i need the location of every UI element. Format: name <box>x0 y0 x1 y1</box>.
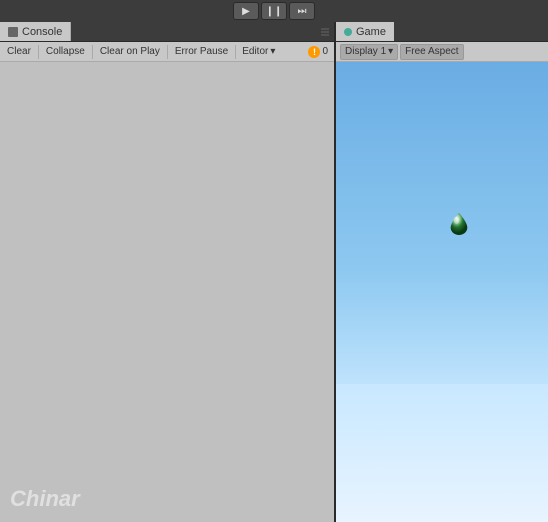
console-tab-icon <box>8 27 18 37</box>
editor-dropdown[interactable]: Editor ▾ <box>238 44 279 60</box>
play-button[interactable]: ▶ <box>233 2 259 20</box>
collapse-button[interactable]: Collapse <box>41 44 90 60</box>
console-panel: Console Clear Collapse Clear on Play Err… <box>0 22 336 522</box>
step-button[interactable]: ⏭ <box>289 2 315 20</box>
console-tab-label: Console <box>22 26 62 38</box>
editor-dropdown-arrow: ▾ <box>270 46 275 57</box>
error-pause-button[interactable]: Error Pause <box>170 44 233 60</box>
editor-dropdown-label: Editor <box>242 46 268 57</box>
gem-svg <box>449 211 469 235</box>
warning-icon: ! <box>308 46 320 58</box>
console-status: ! 0 <box>308 46 332 58</box>
divider-1 <box>38 45 39 59</box>
console-toolbar: Clear Collapse Clear on Play Error Pause… <box>0 42 334 62</box>
clear-on-play-button[interactable]: Clear on Play <box>95 44 165 60</box>
game-panel: Game Display 1 ▾ Free Aspect <box>336 22 548 522</box>
pause-button[interactable]: ❙❙ <box>261 2 287 20</box>
main-toolbar: ▶ ❙❙ ⏭ <box>0 0 548 22</box>
divider-2 <box>92 45 93 59</box>
divider-3 <box>167 45 168 59</box>
tab-menu-icon[interactable] <box>316 22 334 41</box>
sky-background <box>336 62 548 407</box>
display-label: Display 1 <box>345 46 386 57</box>
watermark-text: Chinar <box>10 486 80 512</box>
game-tab-bar: Game <box>336 22 548 42</box>
game-tab-label: Game <box>356 26 386 38</box>
aspect-label: Free Aspect <box>405 46 458 57</box>
display-dropdown[interactable]: Display 1 ▾ <box>340 44 398 60</box>
gem-object <box>449 211 469 235</box>
clear-button[interactable]: Clear <box>2 44 36 60</box>
display-dropdown-arrow: ▾ <box>388 46 393 57</box>
error-count: 0 <box>322 46 328 57</box>
console-tab-bar: Console <box>0 22 334 42</box>
divider-4 <box>235 45 236 59</box>
game-toolbar: Display 1 ▾ Free Aspect <box>336 42 548 62</box>
console-tab[interactable]: Console <box>0 22 71 41</box>
game-tab-icon <box>344 28 352 36</box>
ground-background <box>336 384 548 522</box>
game-tab[interactable]: Game <box>336 22 394 41</box>
aspect-dropdown[interactable]: Free Aspect <box>400 44 463 60</box>
console-content: Chinar <box>0 62 334 522</box>
game-view <box>336 62 548 522</box>
panels-container: Console Clear Collapse Clear on Play Err… <box>0 22 548 522</box>
